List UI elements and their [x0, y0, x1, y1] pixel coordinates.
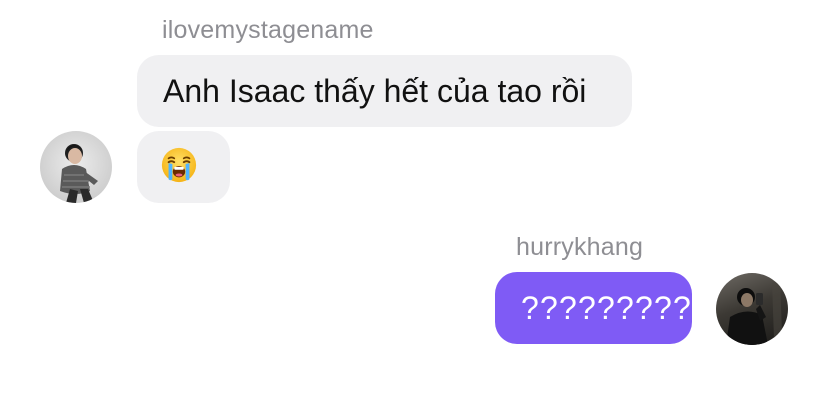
avatar-incoming[interactable] — [40, 131, 112, 203]
person-photo-avatar-icon — [726, 279, 782, 345]
sender-name-incoming: ilovemystagename — [162, 16, 374, 44]
message-bubble-outgoing[interactable]: ????????? — [495, 272, 692, 344]
sender-name-outgoing: hurrykhang — [516, 233, 644, 261]
message-bubble-incoming[interactable]: Anh Isaac thấy hết của tao rồi — [137, 55, 632, 127]
message-bubble-incoming-emoji[interactable] — [137, 131, 230, 203]
avatar-outgoing[interactable] — [716, 273, 788, 345]
person-photo-avatar-icon — [60, 144, 98, 203]
chat-thread: ilovemystagename Anh Isaac thấy hết của … — [0, 0, 828, 400]
crying-face-emoji-icon — [161, 147, 197, 183]
